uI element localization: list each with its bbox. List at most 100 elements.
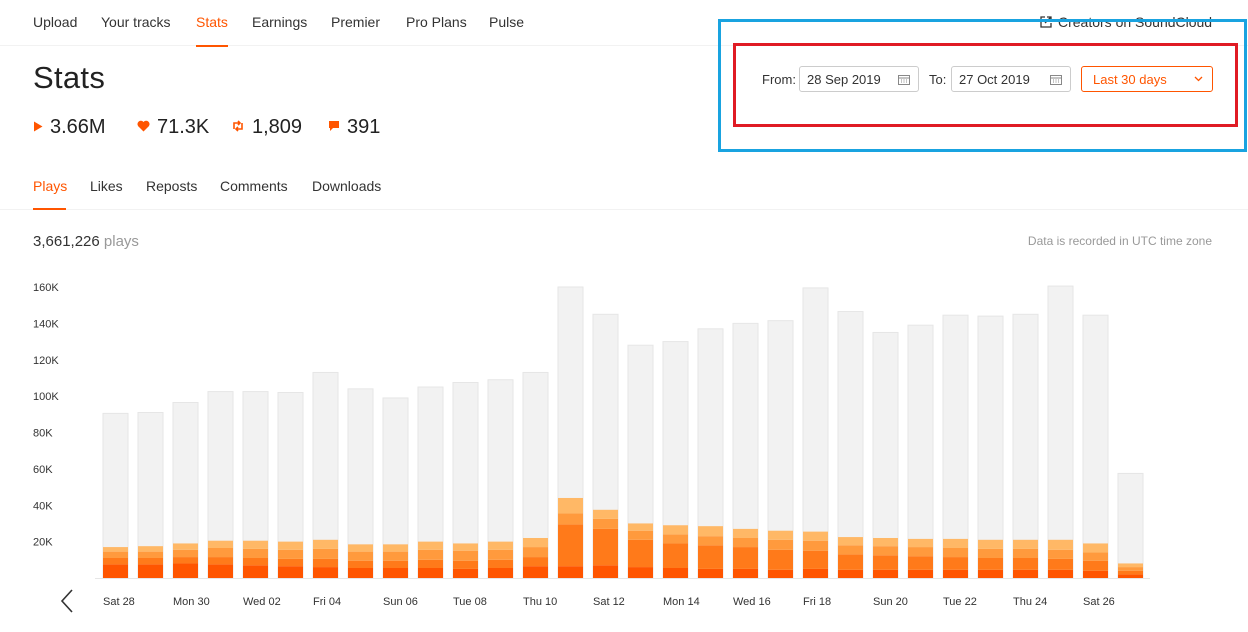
day-bar[interactable] [732, 322, 759, 579]
bar-segment [838, 537, 863, 546]
day-bar[interactable] [907, 324, 934, 579]
plays-total-value: 3.66M [50, 116, 106, 138]
x-tick-label: Sun 06 [383, 596, 418, 608]
bar-segment [593, 518, 618, 529]
day-bar[interactable] [557, 286, 584, 579]
bar-segment [873, 569, 898, 578]
bar-segment [278, 558, 303, 567]
bar-segment [663, 525, 688, 535]
bar-segment [523, 547, 548, 558]
bar-segment [628, 523, 653, 531]
y-tick-label: 160K [33, 282, 59, 294]
bar-segment [558, 497, 583, 514]
to-date-input[interactable]: 27 Oct 2019 [951, 66, 1071, 92]
x-tick-label: Thu 10 [523, 596, 557, 608]
day-bar[interactable] [347, 388, 374, 579]
bar-segment [243, 557, 268, 566]
tab-reposts[interactable]: Reposts [146, 178, 197, 194]
from-label: From: [762, 72, 796, 87]
bar-segment [488, 541, 513, 550]
bar-segment [453, 568, 478, 578]
bar-segment [348, 551, 373, 561]
bar-segment [803, 550, 828, 569]
heart-icon [137, 120, 150, 132]
day-bar[interactable] [382, 397, 409, 579]
bar-segment [698, 526, 723, 537]
day-bar[interactable] [452, 381, 479, 579]
previous-period-arrow-icon[interactable] [58, 588, 78, 614]
day-bar[interactable] [802, 287, 829, 579]
nav-upload[interactable]: Upload [33, 14, 77, 30]
bar-segment [978, 557, 1003, 570]
bar-segment [873, 555, 898, 570]
day-bar[interactable] [592, 313, 619, 579]
nav-your-tracks[interactable]: Your tracks [101, 14, 171, 30]
day-bar[interactable] [942, 314, 969, 579]
bar-segment [243, 565, 268, 578]
day-bar[interactable] [172, 401, 199, 579]
y-axis: 20K 40K 60K 80K 100K 120K 140K 160K [33, 282, 59, 549]
day-bar[interactable] [662, 341, 689, 579]
bar-segment [488, 559, 513, 568]
nav-earnings[interactable]: Earnings [252, 14, 307, 30]
plays-bar-chart: 20K 40K 60K 80K 100K 120K 140K 160K Sat 28 Mon 3… [33, 282, 1150, 608]
to-label: To: [929, 72, 947, 87]
bar-segment [803, 540, 828, 551]
y-tick-label: 120K [33, 355, 59, 367]
likes-total-value: 71.3K [157, 116, 210, 138]
day-bar[interactable] [837, 311, 864, 579]
y-tick-label: 20K [33, 537, 53, 549]
chevron-down-icon [1194, 76, 1203, 82]
day-bar[interactable] [697, 328, 724, 579]
day-bar[interactable] [312, 371, 339, 579]
day-bar[interactable] [277, 391, 304, 579]
bar-segment [173, 543, 198, 550]
bar-segment [943, 569, 968, 578]
y-tick-label: 40K [33, 500, 53, 512]
bar-total [1012, 313, 1039, 579]
bar-segment [978, 539, 1003, 549]
calendar-icon [898, 75, 910, 85]
from-date-input[interactable]: 28 Sep 2019 [799, 66, 919, 92]
day-bar[interactable] [242, 391, 269, 579]
tab-downloads[interactable]: Downloads [312, 178, 381, 194]
nav-pulse[interactable]: Pulse [489, 14, 524, 30]
bar-segment [208, 540, 233, 548]
bar-segment [733, 528, 758, 538]
tab-comments[interactable]: Comments [220, 178, 288, 194]
tab-likes[interactable]: Likes [90, 178, 123, 194]
bar-segment [418, 549, 443, 560]
day-bar[interactable] [767, 320, 794, 579]
nav-pro-plans[interactable]: Pro Plans [406, 14, 467, 30]
day-bar[interactable] [137, 411, 164, 579]
nav-premier[interactable]: Premier [331, 14, 380, 30]
bar-segment [1048, 558, 1073, 570]
bar-segment [348, 560, 373, 568]
tab-active-indicator [33, 208, 66, 210]
bar-segment [1048, 549, 1073, 559]
day-bar[interactable] [872, 331, 899, 579]
day-bar[interactable] [207, 391, 234, 579]
day-bar[interactable] [1117, 472, 1144, 579]
day-bar[interactable] [522, 371, 549, 579]
day-bar[interactable] [1012, 313, 1039, 579]
bar-segment [1083, 560, 1108, 571]
day-bar[interactable] [1082, 314, 1109, 579]
bar-segment [978, 569, 1003, 578]
nav-stats[interactable]: Stats [196, 14, 228, 30]
day-bar[interactable] [1047, 285, 1074, 579]
day-bar[interactable] [417, 386, 444, 579]
range-preset-select[interactable]: Last 30 days [1081, 66, 1213, 92]
bar-segment [943, 547, 968, 558]
bar-segment [558, 524, 583, 567]
bar-segment [838, 545, 863, 555]
tab-plays[interactable]: Plays [33, 178, 67, 194]
bar-segment [453, 560, 478, 569]
bars-group [95, 285, 1150, 579]
day-bar[interactable] [487, 379, 514, 579]
bar-segment [733, 547, 758, 569]
bar-segment [943, 557, 968, 570]
day-bar[interactable] [627, 344, 654, 579]
day-bar[interactable] [977, 315, 1004, 579]
day-bar[interactable] [102, 412, 129, 579]
